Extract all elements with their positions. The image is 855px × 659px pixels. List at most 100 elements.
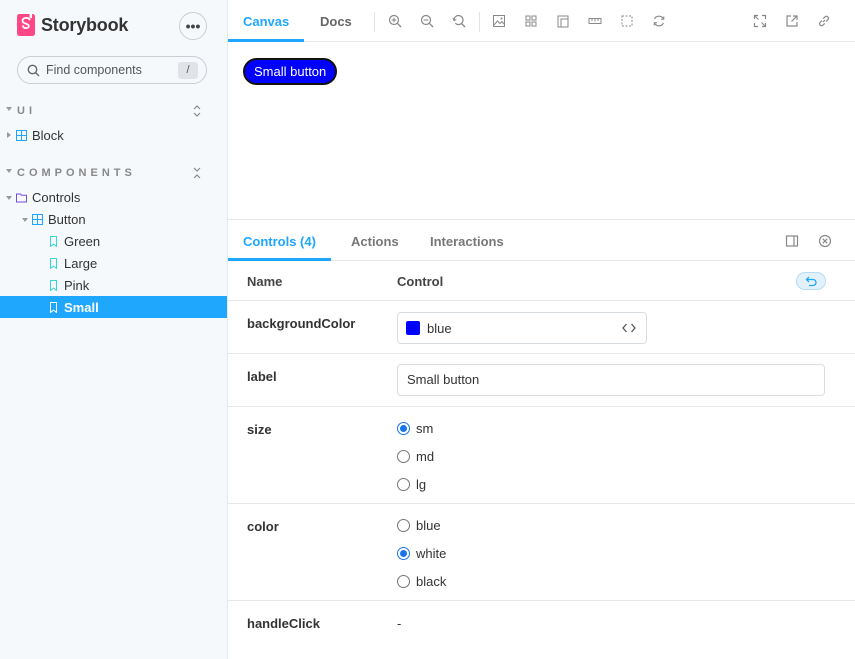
bookmark-icon [50, 280, 57, 291]
undo-icon [805, 276, 817, 286]
color-picker-input[interactable]: blue [397, 312, 647, 344]
control-name: color [247, 519, 279, 534]
component-icon [16, 130, 27, 141]
controls-header-row: Name Control [228, 261, 855, 301]
tree-item-label: Block [32, 127, 64, 143]
toolbar-divider [479, 12, 480, 32]
section-components-header[interactable]: COMPONENTS [0, 163, 227, 183]
zoom-reset-icon[interactable] [452, 14, 466, 28]
radio-label: blue [416, 517, 441, 533]
panel-orientation-icon[interactable] [785, 234, 799, 248]
radio-button[interactable] [397, 518, 410, 532]
tree-item-block[interactable]: Block [0, 124, 227, 146]
controls-table: Name Control backgroundColor blue label … [228, 261, 855, 651]
label-textarea[interactable]: Small button [397, 364, 825, 396]
tree-item-story-green[interactable]: Green [0, 230, 227, 252]
zoom-out-icon[interactable] [420, 14, 434, 28]
control-name: size [247, 422, 272, 437]
control-row-backgroundColor: backgroundColor blue [228, 301, 855, 354]
tree-item-label: Button [48, 211, 86, 227]
radio-button[interactable] [397, 421, 410, 435]
tab-docs[interactable]: Docs [320, 0, 352, 42]
menu-button[interactable]: ••• [179, 12, 207, 40]
radio-size-lg[interactable]: lg [397, 476, 426, 492]
tab-interactions[interactable]: Interactions [430, 221, 504, 261]
tree-item-label: Green [64, 233, 101, 249]
control-name: label [247, 369, 277, 384]
section-ui-label: UI [17, 105, 36, 117]
radio-size-md[interactable]: md [397, 448, 434, 464]
radio-color-black[interactable]: black [397, 573, 446, 589]
outline-icon[interactable] [620, 14, 634, 28]
tree-item-button[interactable]: Button [0, 208, 227, 230]
section-ui-header[interactable]: UI [0, 101, 227, 121]
tab-canvas[interactable]: Canvas [228, 0, 305, 42]
preview-canvas: Small button [228, 42, 855, 220]
radio-button[interactable] [397, 477, 410, 491]
tab-controls[interactable]: Controls (4) [228, 221, 331, 261]
viewport-icon[interactable] [556, 14, 570, 28]
bookmark-icon [50, 302, 57, 313]
storybook-brand[interactable]: Storybook [17, 14, 128, 36]
preview-toolbar: Canvas Docs [228, 0, 855, 42]
control-row-label: label Small button [228, 354, 855, 407]
zoom-in-icon[interactable] [388, 14, 402, 28]
fullscreen-icon[interactable] [753, 14, 767, 28]
folder-icon [16, 193, 27, 203]
control-row-handleClick: handleClick - [228, 601, 855, 651]
brand-name: Storybook [41, 14, 129, 35]
radio-label: white [416, 545, 447, 561]
radio-button[interactable] [397, 546, 410, 560]
remount-icon[interactable] [652, 14, 666, 28]
radio-color-white[interactable]: white [397, 545, 446, 561]
background-icon[interactable] [492, 14, 506, 28]
search-shortcut-badge: / [178, 62, 198, 79]
sidebar: Storybook ••• Find components / UI Block… [0, 0, 227, 659]
tree-item-label: Small [64, 299, 99, 315]
radio-size-sm[interactable]: sm [397, 420, 433, 436]
reset-controls-button[interactable] [796, 272, 826, 290]
radio-label: sm [416, 420, 434, 436]
chevron-down-icon [6, 169, 12, 173]
header-control: Control [397, 274, 444, 289]
tree-item-story-small[interactable]: Small [0, 296, 227, 318]
expand-icon[interactable] [191, 104, 203, 118]
color-value: blue [427, 320, 452, 336]
tree-item-controls[interactable]: Controls [0, 186, 227, 208]
control-value: - [397, 616, 402, 631]
close-icon[interactable] [818, 234, 832, 248]
chevron-down-icon [22, 218, 28, 222]
radio-label: md [416, 448, 435, 464]
collapse-icon[interactable] [191, 166, 203, 180]
tree-item-story-large[interactable]: Large [0, 252, 227, 274]
code-toggle-icon[interactable] [622, 322, 636, 334]
grid-icon[interactable] [524, 14, 538, 28]
color-swatch[interactable] [406, 321, 420, 335]
section-components-label: COMPONENTS [17, 167, 136, 179]
radio-button[interactable] [397, 449, 410, 463]
tab-actions[interactable]: Actions [351, 221, 399, 261]
measure-icon[interactable] [588, 14, 602, 28]
control-row-size: size sm md lg [228, 407, 855, 504]
radio-button[interactable] [397, 574, 410, 588]
tree-item-label: Controls [32, 189, 81, 205]
radio-label: lg [416, 476, 427, 492]
toolbar-divider [374, 12, 375, 32]
header-name: Name [247, 274, 283, 289]
storybook-logo-icon [17, 14, 35, 36]
ellipsis-icon: ••• [185, 18, 201, 34]
open-new-tab-icon[interactable] [785, 14, 799, 28]
bookmark-icon [50, 258, 57, 269]
control-row-color: color blue white black [228, 504, 855, 601]
tree-item-story-pink[interactable]: Pink [0, 274, 227, 296]
search-input[interactable]: Find components [46, 63, 142, 77]
copy-link-icon[interactable] [817, 14, 831, 28]
component-icon [32, 214, 43, 225]
radio-color-blue[interactable]: blue [397, 517, 441, 533]
search-box[interactable]: Find components / [17, 56, 207, 84]
preview-small-button[interactable]: Small button [243, 58, 338, 85]
radio-label: black [416, 573, 447, 589]
tree-item-label: Pink [64, 277, 90, 293]
search-icon [27, 64, 40, 76]
tree-item-label: Large [64, 255, 98, 271]
